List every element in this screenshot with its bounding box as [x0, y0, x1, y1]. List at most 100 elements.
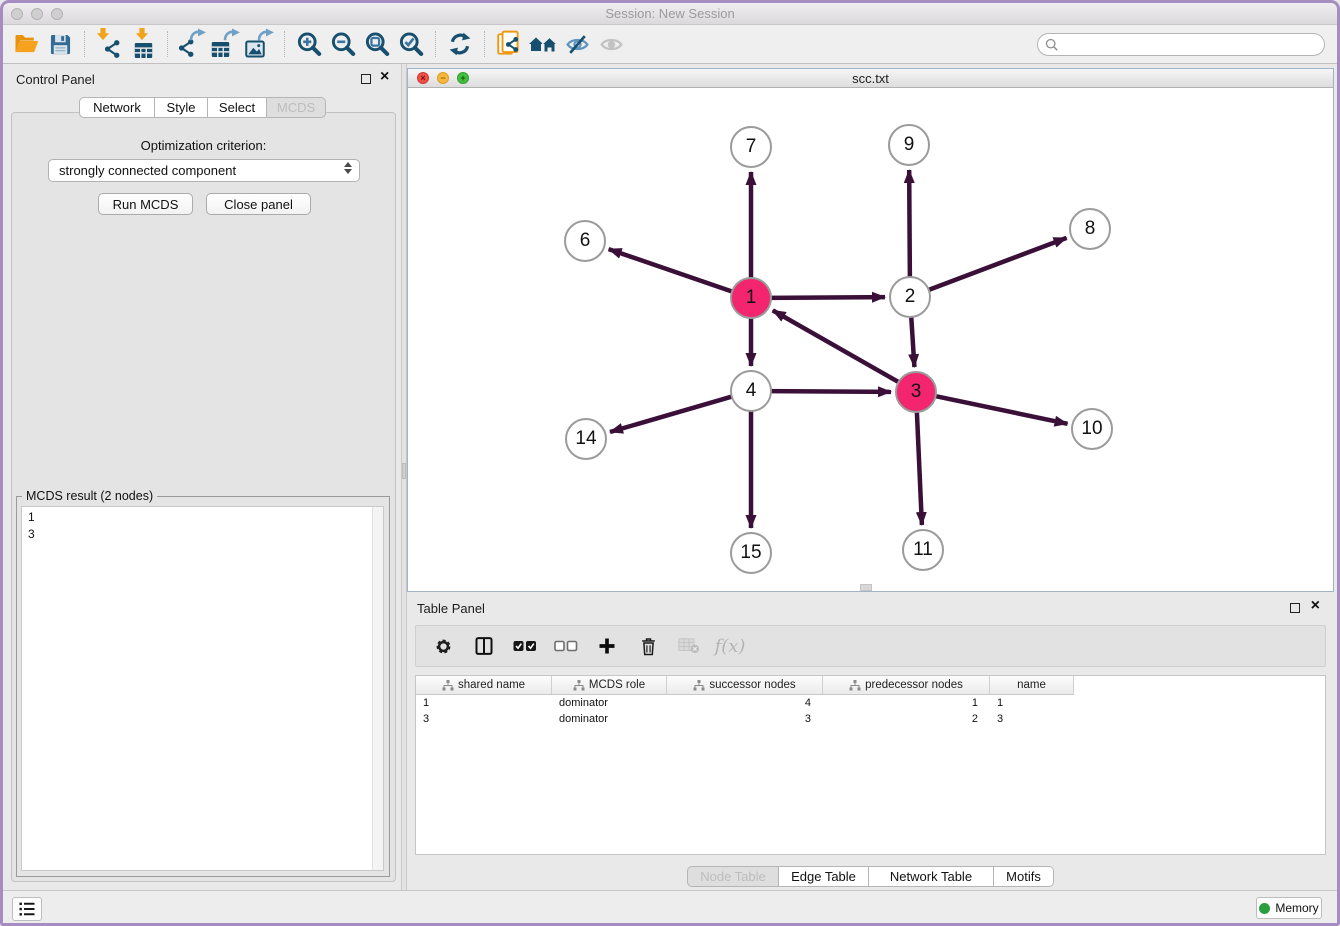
export-image-icon[interactable] [243, 28, 277, 60]
close-table-panel-icon[interactable]: × [1311, 601, 1320, 611]
graph-edge-3-10[interactable] [935, 396, 1068, 424]
tab-select[interactable]: Select [208, 97, 267, 118]
graph-node-10[interactable]: 10 [1071, 408, 1113, 450]
graph-node-2[interactable]: 2 [889, 276, 931, 318]
delete-row-icon[interactable] [635, 633, 661, 659]
table-toolbar: f(x) [415, 625, 1326, 667]
zoom-out-icon[interactable] [326, 28, 360, 60]
float-table-panel-icon[interactable] [1290, 603, 1300, 613]
clone-network-icon[interactable] [492, 28, 526, 60]
select-all-checkboxes-icon[interactable] [512, 633, 538, 659]
graph-edge-2-9[interactable] [909, 170, 910, 278]
tab-node-table[interactable]: Node Table [687, 866, 779, 887]
search-input[interactable] [1037, 33, 1325, 56]
graph-edge-4-3[interactable] [770, 391, 891, 392]
import-network-icon[interactable] [92, 28, 126, 60]
table-cell[interactable]: 4 [667, 695, 823, 711]
clear-all-checkboxes-icon[interactable] [553, 633, 579, 659]
export-table-icon[interactable] [209, 28, 243, 60]
close-panel-button[interactable]: Close panel [206, 193, 311, 215]
table-cell[interactable]: 3 [416, 711, 552, 727]
zoom-fit-icon[interactable] [360, 28, 394, 60]
graph-edge-2-3[interactable] [911, 316, 914, 367]
table-cell[interactable]: 2 [823, 711, 990, 727]
column-header-successor-nodes[interactable]: successor nodes [667, 676, 823, 694]
refresh-icon[interactable] [443, 28, 477, 60]
tab-mcds[interactable]: MCDS [267, 97, 326, 118]
settings-gear-icon[interactable] [430, 633, 456, 659]
network-canvas[interactable]: 7 9 6 8 1 2 4 3 14 10 15 11 [408, 88, 1333, 591]
graph-node-8[interactable]: 8 [1069, 208, 1111, 250]
tab-network-table[interactable]: Network Table [869, 866, 994, 887]
table-cell[interactable]: 1 [990, 695, 1074, 711]
column-header-name[interactable]: name [990, 676, 1074, 694]
table-row-0[interactable]: 1dominator411 [416, 695, 1325, 711]
dropdown-stepper-icon [344, 162, 352, 174]
table-cell[interactable]: 3 [667, 711, 823, 727]
optimization-criterion-label: Optimization criterion: [12, 138, 395, 153]
zoom-in-icon[interactable] [292, 28, 326, 60]
mcds-result-text: 1 3 [22, 507, 383, 543]
tab-motifs[interactable]: Motifs [994, 866, 1054, 887]
horizontal-splitter-grip[interactable] [860, 584, 872, 591]
import-table-icon[interactable] [126, 28, 160, 60]
graph-node-3[interactable]: 3 [895, 371, 937, 413]
tab-style[interactable]: Style [155, 97, 208, 118]
graph-edge-2-8[interactable] [928, 238, 1067, 290]
graph-node-14[interactable]: 14 [565, 418, 607, 460]
app-titlebar: Session: New Session [3, 3, 1337, 25]
table-row-1[interactable]: 3dominator323 [416, 711, 1325, 727]
delete-table-icon [676, 633, 702, 659]
graph-edge-3-11[interactable] [917, 411, 922, 525]
open-session-icon[interactable] [9, 28, 43, 60]
run-mcds-button[interactable]: Run MCDS [98, 193, 193, 215]
show-all-icon [594, 28, 628, 60]
mcds-result-group: MCDS result (2 nodes) 1 3 [16, 496, 390, 877]
table-cell[interactable]: dominator [552, 695, 667, 711]
graph-node-4[interactable]: 4 [730, 370, 772, 412]
graph-edge-1-2[interactable] [770, 297, 885, 298]
mcds-result-area[interactable]: 1 3 [21, 506, 384, 871]
column-header-predecessor-nodes[interactable]: predecessor nodes [823, 676, 990, 694]
function-builder-icon: f(x) [717, 633, 743, 659]
graph-node-15[interactable]: 15 [730, 532, 772, 574]
column-selector-icon[interactable] [471, 633, 497, 659]
memory-status-icon [1259, 903, 1270, 914]
graph-edge-4-14[interactable] [610, 396, 733, 432]
graph-node-6[interactable]: 6 [564, 220, 606, 262]
table-cell[interactable]: 1 [416, 695, 552, 711]
first-neighbors-icon[interactable] [526, 28, 560, 60]
network-window-titlebar: × − + scc.txt [408, 69, 1333, 88]
graph-node-11[interactable]: 11 [902, 529, 944, 571]
hide-selected-icon[interactable] [560, 28, 594, 60]
table-cell[interactable]: 1 [823, 695, 990, 711]
memory-button[interactable]: Memory [1256, 897, 1322, 919]
column-header-mcds-role[interactable]: MCDS role [552, 676, 667, 694]
tab-edge-table[interactable]: Edge Table [779, 866, 869, 887]
graph-node-9[interactable]: 9 [888, 124, 930, 166]
close-panel-icon[interactable]: × [380, 72, 389, 82]
float-panel-icon[interactable] [361, 74, 371, 84]
table-panel: Table Panel × [407, 595, 1334, 886]
add-row-icon[interactable] [594, 633, 620, 659]
table-cell[interactable]: dominator [552, 711, 667, 727]
graph-edge-3-1[interactable] [773, 310, 900, 382]
column-type-icon [693, 680, 705, 691]
export-network-icon[interactable] [175, 28, 209, 60]
tab-network[interactable]: Network [79, 97, 155, 118]
result-scrollbar[interactable] [372, 507, 383, 870]
task-history-button[interactable] [12, 897, 42, 921]
column-type-icon [442, 680, 454, 691]
column-header-shared-name[interactable]: shared name [416, 676, 552, 694]
node-table: shared name MCDS role successor nodes pr… [415, 675, 1326, 855]
criterion-dropdown[interactable]: strongly connected component [48, 159, 360, 182]
save-session-icon[interactable] [43, 28, 77, 60]
graph-edges [408, 88, 1333, 591]
table-cell[interactable]: 3 [990, 711, 1074, 727]
graph-edge-1-6[interactable] [609, 249, 733, 292]
graph-node-7[interactable]: 7 [730, 126, 772, 168]
graph-node-1[interactable]: 1 [730, 277, 772, 319]
splitter-grip[interactable] [402, 463, 406, 479]
zoom-selected-icon[interactable] [394, 28, 428, 60]
status-bar: Memory [3, 890, 1337, 923]
